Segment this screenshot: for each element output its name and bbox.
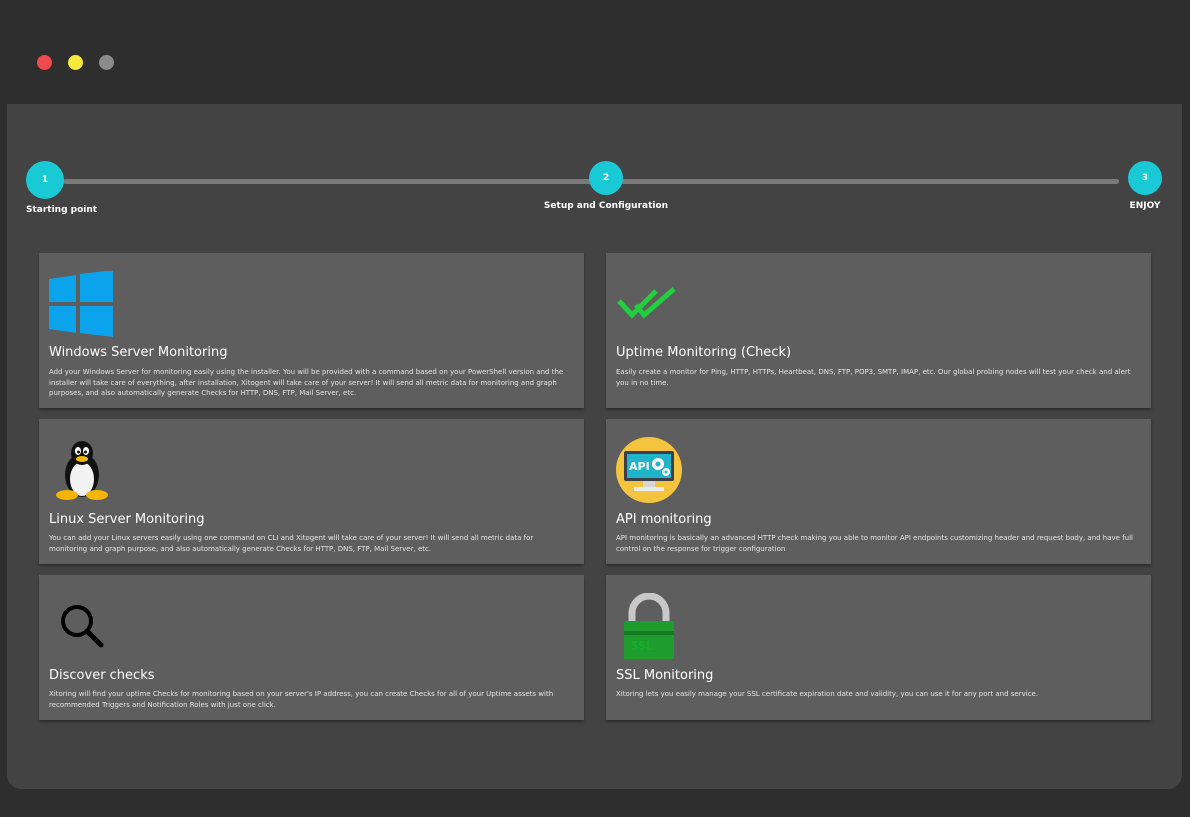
card-title: Windows Server Monitoring xyxy=(49,345,228,360)
api-icon-text: API xyxy=(629,460,650,473)
api-monitor-icon: API xyxy=(616,437,682,507)
step-2-circle: 2 xyxy=(589,161,623,195)
step-1-label: Starting point xyxy=(26,205,98,215)
step-1-circle: 1 xyxy=(26,161,64,199)
card-ssl-monitoring[interactable]: SSL SSL Monitoring Xitoring lets you eas… xyxy=(606,575,1151,720)
step-1[interactable]: 1 Starting point xyxy=(26,161,97,215)
close-dot[interactable] xyxy=(37,55,52,70)
linux-penguin-icon xyxy=(55,439,109,505)
zoom-dot[interactable] xyxy=(99,55,114,70)
step-2-label: Setup and Configuration xyxy=(543,201,669,211)
step-3-circle: 3 xyxy=(1128,161,1162,195)
search-icon xyxy=(59,603,105,653)
window-controls xyxy=(37,55,114,70)
windows-logo-icon xyxy=(49,270,113,341)
card-uptime-monitoring[interactable]: Uptime Monitoring (Check) Easily create … xyxy=(606,253,1151,408)
double-check-icon xyxy=(616,287,680,325)
card-discover-checks[interactable]: Discover checks Xitoring will find your … xyxy=(39,575,584,720)
card-description: Easily create a monitor for Ping, HTTP, … xyxy=(616,368,1131,387)
card-title: API monitoring xyxy=(616,512,712,527)
card-title: SSL Monitoring xyxy=(616,668,714,683)
step-3-label: ENJOY xyxy=(1129,201,1161,211)
minimize-dot[interactable] xyxy=(68,55,83,70)
main-window: 1 Starting point 2 Setup and Configurati… xyxy=(7,104,1182,789)
card-description: Xitoring lets you easily manage your SSL… xyxy=(616,690,1039,698)
card-windows-server-monitoring[interactable]: Windows Server Monitoring Add your Windo… xyxy=(39,253,584,408)
card-title: Discover checks xyxy=(49,668,155,683)
card-linux-server-monitoring[interactable]: Linux Server Monitoring You can add your… xyxy=(39,419,584,564)
card-description: You can add your Linux servers easily us… xyxy=(49,534,534,553)
ssl-lock-icon: SSL xyxy=(622,592,676,663)
ssl-icon-text: SSL xyxy=(631,639,653,653)
card-description: Xitoring will find your uptime Checks fo… xyxy=(49,690,554,709)
step-2[interactable]: 2 Setup and Configuration xyxy=(544,161,668,211)
card-description: API monitoring is basically an advanced … xyxy=(616,534,1134,553)
card-title: Linux Server Monitoring xyxy=(49,512,205,527)
card-title: Uptime Monitoring (Check) xyxy=(616,345,792,360)
card-api-monitoring[interactable]: API API monitoring API monitoring is bas… xyxy=(606,419,1151,564)
card-description: Add your Windows Server for monitoring e… xyxy=(49,368,564,397)
step-3[interactable]: 3 ENJOY xyxy=(1128,161,1162,211)
